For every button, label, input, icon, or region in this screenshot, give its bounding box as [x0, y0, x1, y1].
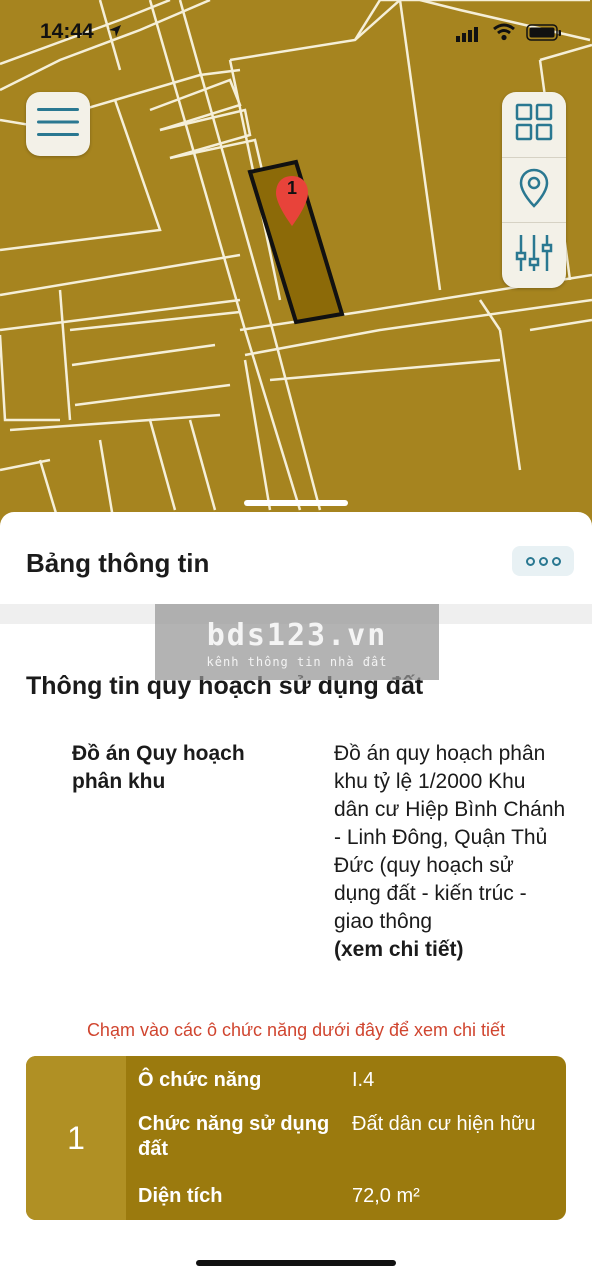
planning-label: Đồ án Quy hoạch phân khu — [72, 742, 245, 793]
zone-row-value: Đất dân cư hiện hữu — [352, 1113, 536, 1135]
zone-card[interactable]: 1 Ô chức năng I.4 Chức năng sử dụng đất … — [26, 1056, 566, 1220]
zone-row-value: I.4 — [352, 1069, 375, 1091]
filter-button[interactable] — [502, 222, 566, 288]
grid-icon — [515, 103, 553, 146]
zone-row-key: Chức năng sử dụng đất — [138, 1113, 330, 1160]
sheet-grabber[interactable] — [244, 500, 348, 506]
planning-value-text: Đồ án quy hoạch phân khu tỷ lệ 1/2000 Kh… — [334, 742, 566, 933]
sliders-icon — [515, 233, 553, 278]
hamburger-icon — [37, 107, 79, 142]
layer-grid-button[interactable] — [502, 92, 566, 157]
more-options-button[interactable] — [512, 546, 574, 576]
view-details-link[interactable]: (xem chi tiết) — [334, 936, 566, 964]
location-pin-icon — [519, 168, 549, 213]
planning-value: Đồ án quy hoạch phân khu tỷ lệ 1/2000 Kh… — [334, 740, 566, 964]
more-dots-icon — [525, 556, 561, 566]
wifi-icon — [492, 23, 516, 46]
status-bar: 14:44 — [0, 0, 592, 64]
watermark-sub: kênh thông tin nhà đất — [206, 655, 388, 669]
zone-row-key: Diện tích — [138, 1185, 223, 1207]
map-marker[interactable]: 1 — [274, 174, 310, 235]
zone-row-value: 72,0 m² — [352, 1185, 420, 1207]
home-indicator[interactable] — [196, 1260, 396, 1266]
zone-row-key: Ô chức năng — [138, 1069, 262, 1091]
zone-index: 1 — [26, 1056, 126, 1220]
watermark-main: bds123.vn — [206, 618, 388, 653]
map-tools — [502, 92, 566, 288]
my-location-button[interactable] — [502, 157, 566, 223]
marker-label: 1 — [286, 178, 297, 198]
sheet-title: Bảng thông tin — [26, 548, 210, 578]
location-arrow-icon — [108, 24, 122, 43]
battery-icon — [526, 24, 562, 47]
info-sheet: Bảng thông tin bds123.vn kênh thông tin … — [0, 512, 592, 1280]
tap-hint: Chạm vào các ô chức năng dưới đây để xem… — [86, 1020, 506, 1040]
watermark: bds123.vn kênh thông tin nhà đất — [155, 604, 439, 680]
cellular-signal-icon — [456, 26, 482, 47]
status-time: 14:44 — [40, 20, 94, 43]
menu-button[interactable] — [26, 92, 90, 156]
